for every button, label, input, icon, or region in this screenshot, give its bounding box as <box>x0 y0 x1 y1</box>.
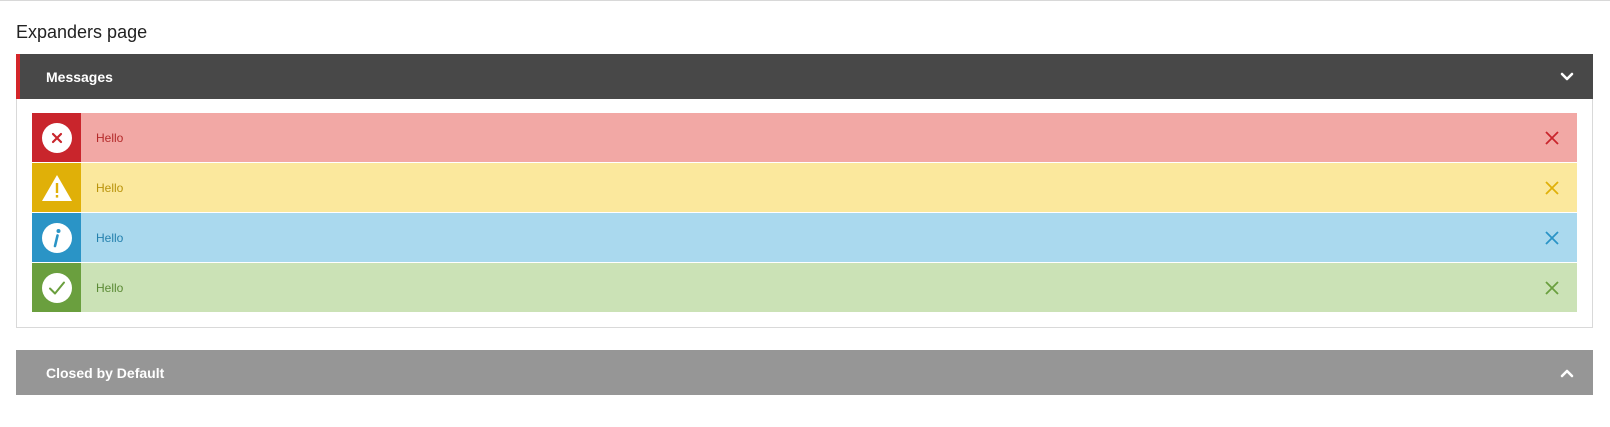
message-text: Hello <box>96 230 124 245</box>
message-info: Hello <box>32 213 1577 262</box>
chevron-down-icon[interactable] <box>1557 67 1577 87</box>
message-success: Hello <box>32 263 1577 312</box>
close-icon[interactable] <box>1527 163 1577 212</box>
expander-closed-header[interactable]: Closed by Default <box>16 350 1593 395</box>
expander-label: Closed by Default <box>46 364 165 381</box>
message-warning: Hello <box>32 163 1577 212</box>
message-text: Hello <box>96 180 124 195</box>
expander-messages: Messages Hello Hello Hello Hello <box>16 54 1593 328</box>
warning-icon <box>32 163 81 212</box>
close-icon[interactable] <box>1527 113 1577 162</box>
success-icon <box>32 263 81 312</box>
message-error: Hello <box>32 113 1577 162</box>
expander-messages-body: Hello Hello Hello Hello <box>16 99 1593 328</box>
expander-closed-by-default: Closed by Default <box>16 350 1593 395</box>
close-icon[interactable] <box>1527 213 1577 262</box>
info-icon <box>32 213 81 262</box>
top-divider <box>0 0 1610 1</box>
expander-messages-header[interactable]: Messages <box>16 54 1593 99</box>
page-title: Expanders page <box>16 22 148 42</box>
error-icon <box>32 113 81 162</box>
message-text: Hello <box>96 280 124 295</box>
close-icon[interactable] <box>1527 263 1577 312</box>
message-text: Hello <box>96 130 124 145</box>
expander-label: Messages <box>46 68 113 85</box>
chevron-up-icon[interactable] <box>1557 363 1577 383</box>
